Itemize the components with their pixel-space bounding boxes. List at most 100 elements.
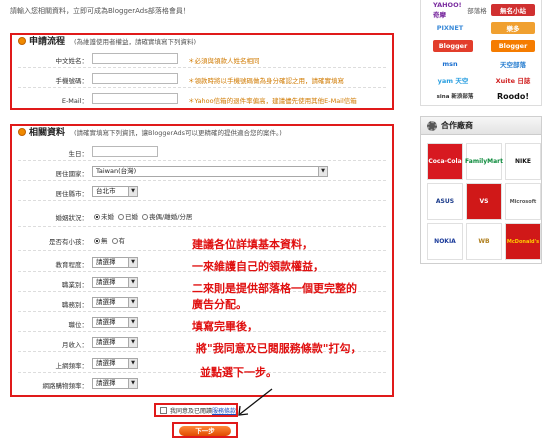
sina-logo[interactable]: sina 新浪部落 <box>433 90 477 102</box>
yahoo-logo[interactable]: YAHOO!奇摩 <box>433 1 463 19</box>
email-input[interactable] <box>92 93 178 104</box>
roodo-bottom-logo[interactable]: Roodo! <box>491 90 535 102</box>
birthday-label: 生日： <box>68 150 89 158</box>
radio-no[interactable]: 無 <box>94 235 108 245</box>
industry-select[interactable]: 請選擇 ▼ <box>92 277 138 288</box>
radio-yes[interactable]: 有 <box>111 235 125 245</box>
msn-logo[interactable]: msn <box>433 58 467 70</box>
phone-label: 手機號碼： <box>55 77 89 85</box>
warner-logo[interactable]: WB <box>466 223 502 260</box>
job-type-label: 職務別： <box>62 301 88 309</box>
bullet-icon <box>18 127 26 136</box>
education-label: 教育程度： <box>55 261 89 269</box>
nike-logo[interactable]: NIKE <box>505 143 541 180</box>
section-title: 相關資料 (請確實填寫下列資訊，讓BloggerAds可以更精確的提供適合您的案… <box>18 125 282 138</box>
annotation-line: 並點選下一步。 <box>200 366 277 379</box>
partner-logo-grid: Coca-Cola FamilyMart NIKE ASUS VS Micros… <box>427 143 541 260</box>
partner-title: 合作廠商 <box>441 121 473 130</box>
education-select[interactable]: 請選擇 ▼ <box>92 257 138 268</box>
mcdonalds-logo[interactable]: McDonald's <box>505 223 541 260</box>
wretch-logo[interactable]: 無名小站 <box>491 4 535 16</box>
msn-blog-label: 天空部落 <box>500 61 526 69</box>
children-label: 是否有小孩： <box>49 238 88 246</box>
radio-single[interactable]: 未婚 <box>94 211 114 221</box>
chevron-down-icon: ▼ <box>128 338 137 347</box>
chevron-down-icon: ▼ <box>318 167 327 176</box>
city-row: 居住縣市： 台北市 ▼ <box>12 186 392 200</box>
income-select[interactable]: 請選擇 ▼ <box>92 337 138 348</box>
job-type-select[interactable]: 請選擇 ▼ <box>92 297 138 308</box>
name-input[interactable] <box>92 53 178 64</box>
yahoo-blog-label: 部落格 <box>467 7 487 15</box>
xuite-logo[interactable]: Xuite 日誌 <box>491 74 535 86</box>
pixnet-logo[interactable]: PIXNET <box>433 22 467 34</box>
position-select[interactable]: 請選擇 ▼ <box>92 317 138 328</box>
name-row: 中文姓名： ＊必須與領款人姓名相同 <box>12 53 392 67</box>
vs-logo[interactable]: VS <box>466 183 502 220</box>
gear-icon <box>427 120 437 131</box>
radio-married[interactable]: 已婚 <box>118 211 138 221</box>
divider <box>18 67 386 68</box>
yam-logo[interactable]: yam 天空 <box>433 74 473 86</box>
blogger-logo[interactable]: Blogger <box>433 40 473 52</box>
phone-row: 手機號碼： ＊領款時將以手機號碼做為身分確認之用，請確實填寫 <box>12 73 392 87</box>
chevron-down-icon: ▼ <box>128 298 137 307</box>
email-label: E-Mail： <box>61 97 88 105</box>
agree-checkbox[interactable] <box>160 407 167 414</box>
agree-label: 我同意及已閱讀服務條款 <box>170 408 237 415</box>
name-hint: ＊必須與領款人姓名相同 <box>188 57 260 65</box>
phone-hint: ＊領款時將以手機號碼做為身分確認之用，請確實填寫 <box>188 77 344 85</box>
shopping-frequency-select[interactable]: 請選擇 ▼ <box>92 378 138 389</box>
birthday-row: 生日： <box>12 146 392 160</box>
terms-link[interactable]: 服務條款 <box>212 408 236 415</box>
asus-logo[interactable]: ASUS <box>427 183 463 220</box>
roodo-logo[interactable]: 樂多 <box>491 22 535 34</box>
divider <box>18 87 386 88</box>
email-row: E-Mail： ＊Yahoo信箱的退件率偏高，建議儘先使用其他E-Mail信箱 <box>12 93 392 107</box>
agree-terms-frame: 我同意及已閱讀服務條款 <box>154 403 238 417</box>
email-hint: ＊Yahoo信箱的退件率偏高，建議儘先使用其他E-Mail信箱 <box>188 97 357 105</box>
marital-radio-group: 未婚 已婚 喪偶/離婚/分居 <box>94 211 192 221</box>
city-select[interactable]: 台北市 ▼ <box>92 186 138 197</box>
industry-label: 職業別： <box>62 281 88 289</box>
next-button[interactable]: 下一步 <box>179 426 231 436</box>
divider <box>18 200 386 201</box>
partner-panel: 合作廠商 Coca-Cola FamilyMart NIKE ASUS VS M… <box>420 116 542 264</box>
annotation-line: 二來則是提供部落格一個更完整的 <box>192 282 357 295</box>
next-button-frame: 下一步 <box>172 422 238 438</box>
section-note: (請確實填寫下列資訊，讓BloggerAds可以更精確的提供適合您的案件。) <box>74 128 282 137</box>
radio-other[interactable]: 喪偶/離婚/分居 <box>142 211 192 221</box>
annotation-line: 填寫完畢後， <box>192 320 258 333</box>
country-label: 居住國家： <box>55 170 89 178</box>
section-note: (為維護使用者權益，請確實填寫下列資料) <box>74 37 197 46</box>
section-title-text: 申請流程 <box>29 37 66 47</box>
chevron-down-icon: ▼ <box>128 187 137 196</box>
city-label: 居住縣市： <box>55 190 89 198</box>
familymart-logo[interactable]: FamilyMart <box>465 143 503 180</box>
nokia-logo[interactable]: NOKIA <box>427 223 463 260</box>
country-value: Taiwan(台灣) <box>96 167 137 175</box>
annotation-line: 建議各位詳填基本資料， <box>192 238 313 251</box>
name-label: 中文姓名： <box>55 57 89 65</box>
chevron-down-icon: ▼ <box>128 318 137 327</box>
online-frequency-label: 上網頻率： <box>55 362 89 370</box>
divider <box>18 180 386 181</box>
annotation-line: 廣告分配。 <box>192 298 247 311</box>
phone-input[interactable] <box>92 73 178 84</box>
shopping-frequency-label: 網路購物頻率： <box>42 382 89 390</box>
chevron-down-icon: ▼ <box>128 379 137 388</box>
country-select[interactable]: Taiwan(台灣) ▼ <box>92 166 328 177</box>
online-frequency-select[interactable]: 請選擇 ▼ <box>92 358 138 369</box>
birthday-input[interactable] <box>92 146 158 157</box>
blogger-logo-right[interactable]: Blogger <box>491 40 535 52</box>
children-radio-group: 無 有 <box>94 235 125 245</box>
chevron-down-icon: ▼ <box>128 258 137 267</box>
microsoft-logo[interactable]: Microsoft <box>505 183 541 220</box>
chevron-down-icon: ▼ <box>128 278 137 287</box>
intro-text: 請輸入您相關資料，立即可成為BloggerAds部落格會員！ <box>10 7 190 15</box>
divider <box>18 226 386 227</box>
marital-label: 婚姻狀況： <box>55 214 89 222</box>
blog-platform-logos: YAHOO!奇摩 部落格 PIXNET 無名小站 樂多 Blogger Blog… <box>420 0 542 106</box>
cocacola-logo[interactable]: Coca-Cola <box>427 143 463 180</box>
shopping-frequency-row: 網路購物頻率： 請選擇 ▼ <box>12 378 392 392</box>
